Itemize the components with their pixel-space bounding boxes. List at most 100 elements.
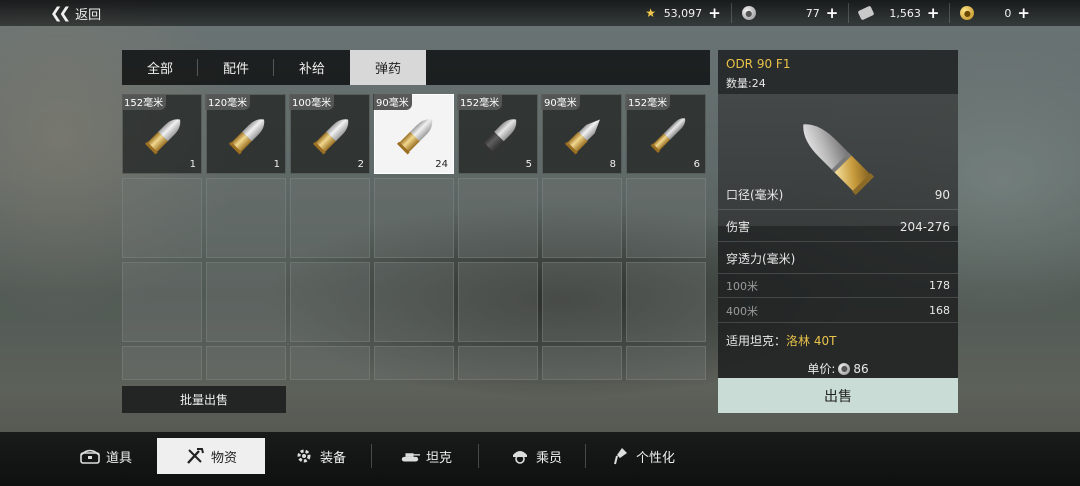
empty-slot (122, 178, 202, 258)
item-count: 6 (693, 159, 700, 170)
compatible-tanks: 适用坦克：洛林 40T (726, 332, 836, 349)
ammo-slot[interactable]: 120毫米 1 (205, 94, 286, 174)
nav-label: 物资 (210, 450, 237, 466)
back-button[interactable]: ❮❮ 返回 (50, 3, 101, 23)
crew-icon (510, 447, 530, 465)
stat-damage: 伤害 204-276 (718, 212, 958, 242)
empty-slot (374, 346, 454, 380)
empty-slot (542, 346, 622, 380)
nav-supplies[interactable]: 物资 (157, 438, 265, 474)
item-name: ODR 90 F1 (726, 57, 791, 71)
ammo-slot[interactable]: 90毫米 8 (541, 94, 622, 174)
nav-tanks[interactable]: 坦克 (392, 438, 460, 474)
stat-label: 100米 (726, 279, 758, 293)
shell-icon (312, 119, 349, 155)
item-quantity: 数量:24 (726, 77, 766, 90)
tank-icon (400, 447, 420, 465)
item-count: 8 (609, 159, 616, 170)
nav-crew[interactable]: 乘员 (502, 438, 570, 474)
item-count: 5 (525, 159, 532, 170)
tanks-value: 洛林 40T (786, 334, 837, 348)
gold-coin-icon: ● (960, 6, 975, 20)
nav-label: 坦克 (426, 450, 453, 466)
tab-label: 全部 (146, 62, 173, 77)
inventory-grid: 152毫米 1 120毫米 1 100毫米 2 90毫米 24 152毫米 5 … (122, 94, 710, 384)
ammo-slot[interactable]: 152毫米 6 (625, 94, 706, 174)
currency-gold: ● 0 + (949, 3, 1040, 23)
nav-divider (371, 444, 372, 468)
chest-icon (80, 447, 100, 465)
sell-button[interactable]: 出售 (718, 378, 958, 413)
tanks-label: 适用坦克： (726, 334, 787, 348)
stat-value: 178 (929, 279, 950, 292)
nav-divider (585, 444, 586, 468)
nav-customization[interactable]: 个性化 (602, 438, 683, 474)
tab-label: 补给 (298, 62, 325, 77)
bulk-sell-button[interactable]: 批量出售 (122, 386, 286, 413)
empty-slot (290, 178, 370, 258)
nav-label: 道具 (106, 450, 133, 466)
ammo-slot[interactable]: 90毫米 24 (373, 94, 454, 174)
nav-label: 装备 (320, 450, 347, 466)
empty-slot (542, 178, 622, 258)
stat-value: 90 (934, 187, 950, 202)
stat-label: 400米 (726, 304, 758, 318)
tab-label: 弹药 (374, 62, 401, 77)
add-icon[interactable]: + (1017, 4, 1030, 22)
ammo-slot[interactable]: 100毫米 2 (289, 94, 370, 174)
nav-label: 乘员 (536, 450, 563, 466)
star-icon: ★ (645, 6, 657, 20)
currency-value: 53,097 (663, 6, 703, 20)
tab-label: 配件 (222, 62, 249, 77)
tab-all[interactable]: 全部 (122, 50, 198, 85)
empty-slot (122, 262, 202, 342)
item-count: 1 (189, 159, 196, 170)
tab-supplies[interactable]: 补给 (274, 50, 350, 85)
add-icon[interactable]: + (826, 4, 839, 22)
nav-equipment[interactable]: 装备 (286, 438, 354, 474)
stat-label: 穿透力(毫米) (726, 252, 796, 266)
item-count: 24 (435, 159, 448, 170)
add-icon[interactable]: + (708, 4, 721, 22)
shell-icon (396, 119, 433, 155)
caliber-badge: 152毫米 (122, 94, 167, 110)
item-count: 2 (357, 159, 364, 170)
banknote-icon (857, 5, 875, 21)
stat-pen-400: 400米 168 (718, 299, 958, 323)
currency-bar: ★ 53,097 + ● 77 + 1,563 + ● 0 + (634, 3, 1040, 23)
empty-slot (206, 346, 286, 380)
tools-icon (185, 447, 205, 465)
empty-slot (374, 262, 454, 342)
currency-value: 77 (805, 6, 820, 20)
shell-icon (564, 119, 600, 155)
silver-coin-icon: ● (838, 362, 851, 375)
caliber-badge: 100毫米 (289, 94, 335, 110)
top-bar: ❮❮ 返回 ★ 53,097 + ● 77 + 1,563 + ● 0 + (0, 0, 1080, 26)
caliber-badge: 120毫米 (205, 94, 251, 110)
tab-parts[interactable]: 配件 (198, 50, 274, 85)
empty-slot (626, 262, 706, 342)
currency-banknote: 1,563 + (848, 3, 949, 23)
silver-coin-icon: ● (741, 6, 756, 20)
stat-value: 168 (929, 304, 950, 317)
tab-ammo[interactable]: 弹药 (350, 50, 426, 85)
ammo-slot[interactable]: 152毫米 5 (457, 94, 538, 174)
add-icon[interactable]: + (927, 4, 940, 22)
empty-slot (626, 178, 706, 258)
shell-icon (480, 119, 517, 155)
stat-value: 204-276 (899, 219, 950, 234)
gear-icon (294, 447, 314, 465)
back-label: 返回 (75, 7, 102, 23)
shell-icon (650, 118, 686, 153)
empty-slot (458, 262, 538, 342)
ammo-slot[interactable]: 152毫米 1 (122, 94, 202, 174)
nav-items[interactable]: 道具 (72, 438, 140, 474)
currency-star: ★ 53,097 + (634, 3, 731, 23)
empty-slot (206, 178, 286, 258)
item-count: 1 (273, 159, 280, 170)
paint-brush-icon (610, 447, 630, 465)
stat-penetration: 穿透力(毫米) (718, 244, 958, 274)
category-tabs: 全部 配件 补给 弹药 (122, 50, 710, 85)
stat-label: 口径(毫米) (726, 188, 784, 202)
empty-slot (458, 178, 538, 258)
